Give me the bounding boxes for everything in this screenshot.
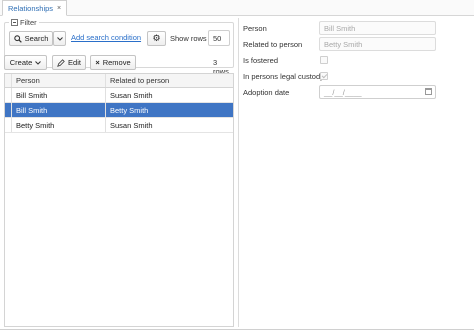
legal-custody-checkbox[interactable]: [320, 72, 328, 80]
filter-title: Filter: [20, 18, 37, 27]
close-icon: ×: [95, 58, 100, 67]
cell-person: Bill Smith: [12, 103, 106, 117]
close-icon[interactable]: ×: [57, 5, 61, 12]
remove-button[interactable]: × Remove: [90, 55, 136, 70]
table-row-selected[interactable]: Bill Smith Betty Smith: [5, 103, 233, 118]
column-header-person[interactable]: Person: [12, 74, 106, 87]
cell-person: Betty Smith: [12, 118, 106, 132]
cell-related: Susan Smith: [110, 120, 153, 130]
person-field[interactable]: Bill Smith: [319, 21, 436, 35]
related-to-person-label: Related to person: [243, 40, 303, 49]
edit-label: Edit: [68, 58, 81, 67]
related-to-person-field[interactable]: Betty Smith: [319, 37, 436, 51]
collapse-icon[interactable]: [11, 19, 18, 26]
legal-custody-label: In persons legal custody: [243, 72, 324, 81]
adoption-date-label: Adoption date: [243, 88, 290, 97]
tab-relationships[interactable]: Relationships ×: [2, 0, 68, 16]
edit-button[interactable]: Edit: [52, 55, 86, 70]
table-row[interactable]: Betty Smith Susan Smith: [5, 118, 233, 133]
relationships-table: Person Related to person Bill Smith Susa…: [4, 73, 234, 327]
filter-legend[interactable]: Filter: [9, 18, 39, 27]
cell-related: Betty Smith: [110, 105, 149, 115]
search-label: Search: [24, 34, 49, 43]
is-fostered-label: Is fostered: [243, 56, 279, 65]
search-dropdown-button[interactable]: [53, 31, 66, 46]
chevron-down-icon: [56, 36, 63, 41]
adoption-date-placeholder: __/__/____: [324, 87, 362, 97]
edit-panel: Person Bill Smith Related to person Bett…: [243, 18, 474, 327]
search-button[interactable]: Search: [9, 31, 53, 46]
browse-panel: Filter Search Add search condition ⚙ Sho…: [4, 18, 234, 327]
pencil-icon: [57, 58, 65, 67]
show-rows-label: Show rows: [170, 34, 207, 43]
tab-title: Relationships: [8, 3, 54, 13]
remove-label: Remove: [102, 58, 131, 67]
chevron-down-icon: [35, 60, 42, 65]
window-bottom-border: [0, 329, 474, 330]
add-search-condition-link[interactable]: Add search condition: [71, 33, 141, 42]
search-icon: [13, 34, 22, 43]
show-rows-input[interactable]: 50: [208, 30, 230, 46]
cell-related: Susan Smith: [110, 90, 153, 100]
adoption-date-field[interactable]: __/__/____: [319, 85, 436, 99]
cell-person: Bill Smith: [12, 88, 106, 102]
table-header: Person Related to person: [5, 74, 233, 88]
column-header-related[interactable]: Related to person: [106, 74, 233, 87]
calendar-icon[interactable]: [425, 88, 432, 95]
person-label: Person: [243, 24, 267, 33]
create-button[interactable]: Create: [4, 55, 47, 70]
gear-icon: ⚙: [152, 33, 161, 43]
tab-bar: Relationships ×: [0, 0, 474, 16]
is-fostered-checkbox[interactable]: [320, 56, 328, 64]
create-label: Create: [9, 58, 33, 67]
settings-button[interactable]: ⚙: [147, 31, 166, 46]
table-row[interactable]: Bill Smith Susan Smith: [5, 88, 233, 103]
panel-splitter[interactable]: [238, 18, 239, 327]
